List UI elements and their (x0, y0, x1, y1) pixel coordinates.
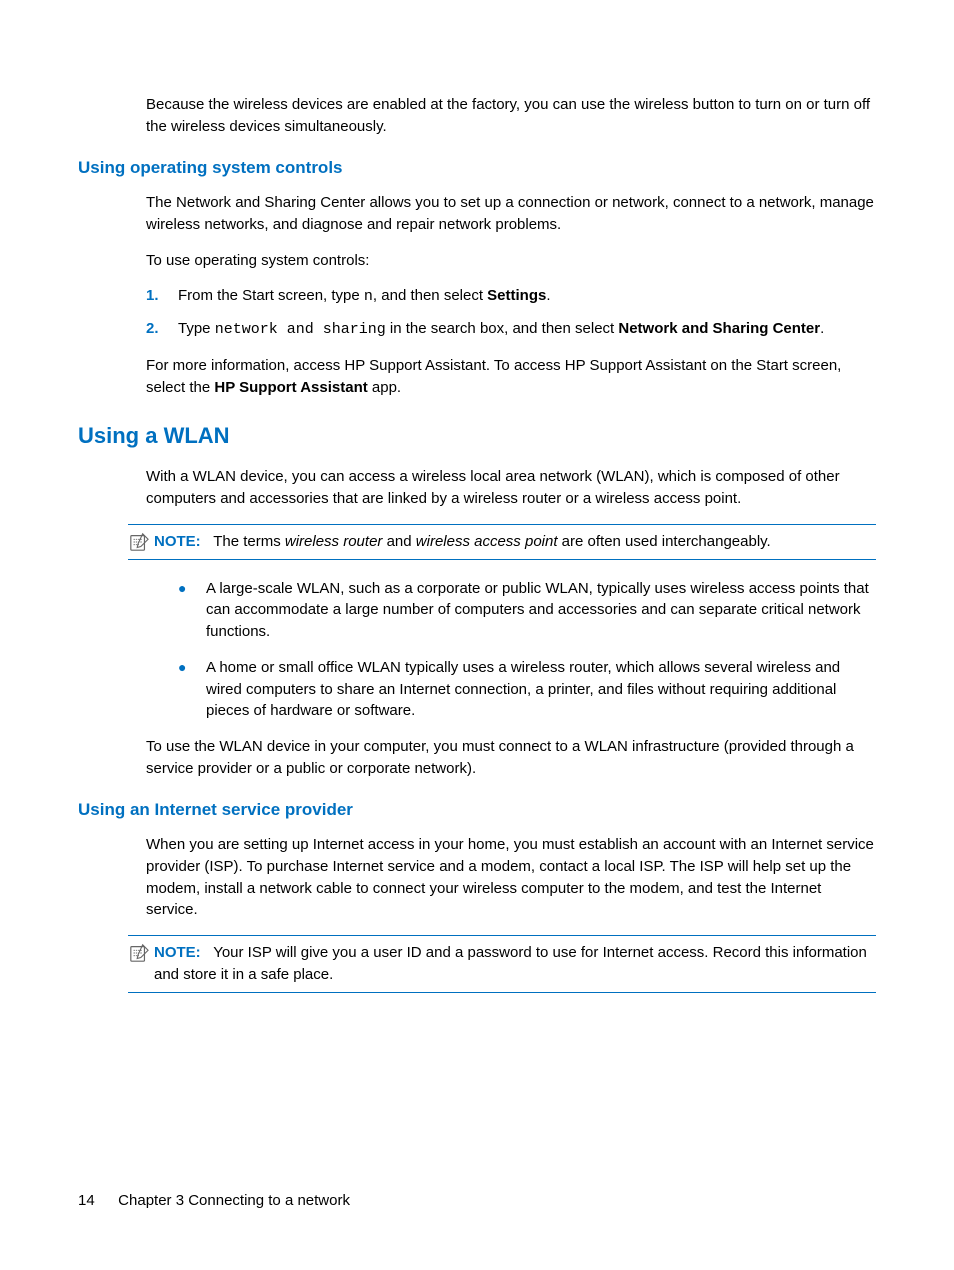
text: The terms (213, 533, 285, 550)
note-label: NOTE: (154, 533, 201, 550)
italic-text: wireless router (285, 533, 383, 550)
wlan-p1: With a WLAN device, you can access a wir… (146, 466, 876, 510)
chapter-title: Chapter 3 Connecting to a network (118, 1192, 350, 1209)
bold-text: HP Support Assistant (214, 379, 367, 396)
isp-p1: When you are setting up Internet access … (146, 834, 876, 921)
text: Type (178, 320, 215, 337)
list-item: ● A large-scale WLAN, such as a corporat… (178, 578, 876, 643)
text: From the Start screen, type (178, 287, 364, 304)
bullet-icon: ● (178, 657, 206, 722)
code-text: n (364, 288, 373, 305)
note-icon (128, 943, 150, 963)
page-number: 14 (78, 1190, 114, 1212)
note-icon (128, 532, 150, 552)
bold-text: Settings (487, 287, 546, 304)
text: Your ISP will give you a user ID and a p… (154, 944, 867, 983)
code-text: network and sharing (215, 321, 386, 338)
wlan-bullets: ● A large-scale WLAN, such as a corporat… (146, 578, 876, 723)
os-controls-p3: For more information, access HP Support … (146, 355, 876, 399)
text: in the search box, and then select (386, 320, 619, 337)
italic-text: wireless access point (416, 533, 558, 550)
bullet-icon: ● (178, 578, 206, 643)
list-item: 1. From the Start screen, type n, and th… (146, 285, 876, 308)
list-item: ● A home or small office WLAN typically … (178, 657, 876, 722)
text: , and then select (373, 287, 487, 304)
note-label: NOTE: (154, 944, 201, 961)
step-number: 2. (146, 318, 178, 341)
heading-using-wlan: Using a WLAN (78, 420, 876, 452)
heading-isp: Using an Internet service provider (78, 798, 876, 823)
os-controls-p2: To use operating system controls: (146, 250, 876, 272)
text: . (820, 320, 824, 337)
note-box: NOTE: The terms wireless router and wire… (128, 524, 876, 560)
text: app. (368, 379, 401, 396)
os-controls-p1: The Network and Sharing Center allows yo… (146, 192, 876, 236)
page-footer: 14 Chapter 3 Connecting to a network (78, 1190, 350, 1212)
step-body: Type network and sharing in the search b… (178, 318, 876, 341)
text: . (546, 287, 550, 304)
note-text: NOTE: The terms wireless router and wire… (154, 531, 876, 553)
note-text: NOTE: Your ISP will give you a user ID a… (154, 942, 876, 986)
wlan-p2: To use the WLAN device in your computer,… (146, 736, 876, 780)
step-body: From the Start screen, type n, and then … (178, 285, 876, 308)
bullet-body: A home or small office WLAN typically us… (206, 657, 876, 722)
intro-paragraph: Because the wireless devices are enabled… (146, 94, 876, 138)
list-item: 2. Type network and sharing in the searc… (146, 318, 876, 341)
bold-text: Network and Sharing Center (618, 320, 820, 337)
os-controls-steps: 1. From the Start screen, type n, and th… (146, 285, 876, 341)
text: and (382, 533, 415, 550)
step-number: 1. (146, 285, 178, 308)
bullet-body: A large-scale WLAN, such as a corporate … (206, 578, 876, 643)
heading-os-controls: Using operating system controls (78, 156, 876, 181)
note-box: NOTE: Your ISP will give you a user ID a… (128, 935, 876, 993)
text: are often used interchangeably. (558, 533, 771, 550)
